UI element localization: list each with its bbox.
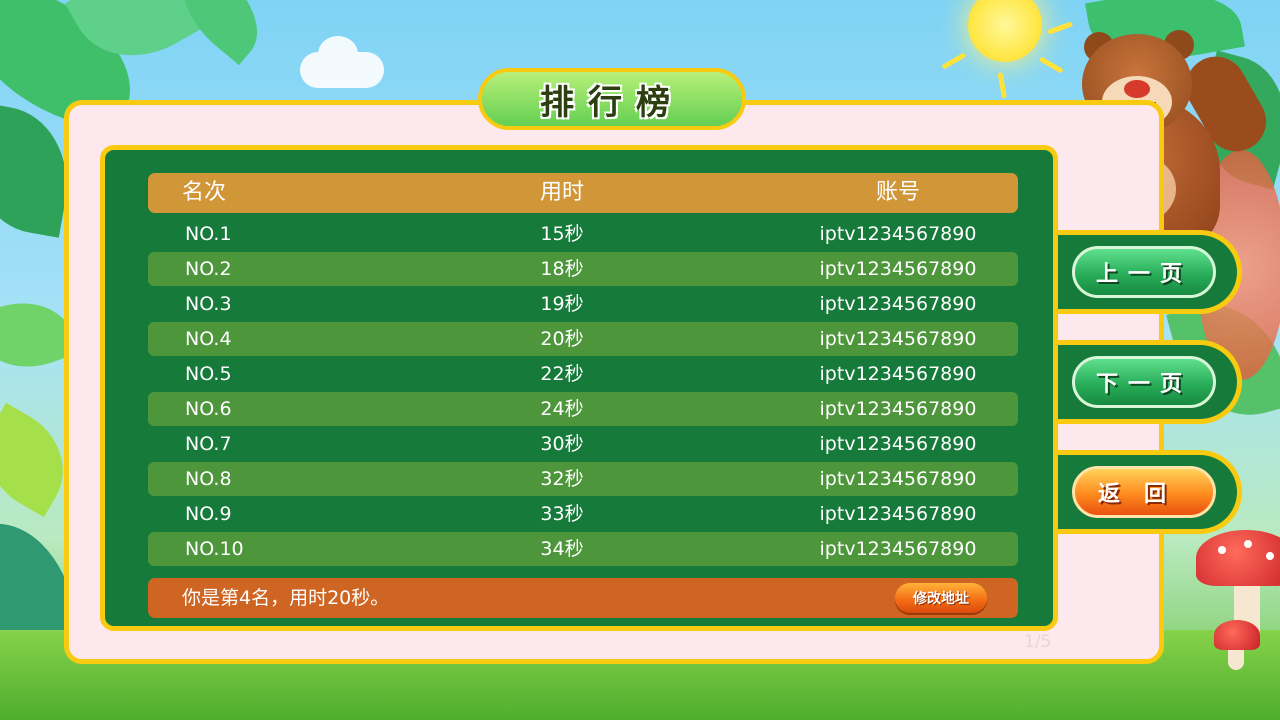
rank-cell: NO.5	[185, 363, 232, 385]
time-cell: 22秒	[540, 363, 584, 385]
account-cell: iptv1234567890	[819, 433, 977, 455]
rank-cell: NO.8	[185, 468, 232, 490]
back-button[interactable]: 返回	[1072, 466, 1216, 518]
account-cell: iptv1234567890	[819, 328, 977, 350]
table-row: NO.2 18秒 iptv1234567890	[148, 252, 1018, 286]
table-row: NO.3 19秒 iptv1234567890	[148, 287, 1018, 321]
column-header-rank: 名次	[182, 180, 227, 205]
next-page-button[interactable]: 下一页	[1072, 356, 1216, 408]
table-row: NO.4 20秒 iptv1234567890	[148, 322, 1018, 356]
rank-cell: NO.1	[185, 223, 232, 245]
mushroom-icon	[1214, 620, 1260, 650]
table-row: NO.7 30秒 iptv1234567890	[148, 427, 1018, 461]
account-cell: iptv1234567890	[819, 538, 977, 560]
page-indicator: 1/5	[1024, 632, 1052, 652]
rank-cell: NO.3	[185, 293, 232, 315]
table-header: 名次 用时 账号	[148, 173, 1018, 213]
time-cell: 32秒	[540, 468, 584, 490]
account-cell: iptv1234567890	[819, 503, 977, 525]
table-row: NO.1 15秒 iptv1234567890	[148, 217, 1018, 251]
table-row: NO.5 22秒 iptv1234567890	[148, 357, 1018, 391]
rank-cell: NO.10	[185, 538, 244, 560]
rank-cell: NO.6	[185, 398, 232, 420]
page-title: 排行榜	[540, 82, 684, 123]
account-cell: iptv1234567890	[819, 363, 977, 385]
column-header-account: 账号	[875, 180, 920, 205]
account-cell: iptv1234567890	[819, 293, 977, 315]
account-cell: iptv1234567890	[819, 258, 977, 280]
cloud-icon	[300, 36, 384, 88]
next-page-tab: 下一页	[1058, 340, 1242, 424]
sun-ray	[941, 52, 967, 70]
table-row: NO.9 33秒 iptv1234567890	[148, 497, 1018, 531]
table-row: NO.10 34秒 iptv1234567890	[148, 532, 1018, 566]
time-cell: 19秒	[540, 293, 584, 315]
time-cell: 20秒	[540, 328, 584, 350]
rank-cell: NO.9	[185, 503, 232, 525]
my-rank-bar: 你是第4名，用时20秒。 修改地址	[148, 578, 1018, 618]
time-cell: 24秒	[540, 398, 584, 420]
mushroom-icon	[1196, 530, 1280, 586]
table-row: NO.6 24秒 iptv1234567890	[148, 392, 1018, 426]
back-tab: 返回	[1058, 450, 1242, 534]
time-cell: 34秒	[540, 538, 584, 560]
column-header-time: 用时	[539, 180, 584, 205]
rank-cell: NO.2	[185, 258, 232, 280]
my-rank-message: 你是第4名，用时20秒。	[182, 587, 390, 609]
table-row: NO.8 32秒 iptv1234567890	[148, 462, 1018, 496]
prev-page-tab: 上一页	[1058, 230, 1242, 314]
bear-nose	[1124, 80, 1150, 98]
account-cell: iptv1234567890	[819, 223, 977, 245]
modify-address-button[interactable]: 修改地址	[895, 583, 987, 613]
time-cell: 18秒	[540, 258, 584, 280]
account-cell: iptv1234567890	[819, 398, 977, 420]
title-banner: 排行榜	[478, 68, 746, 130]
prev-page-button[interactable]: 上一页	[1072, 246, 1216, 298]
rank-cell: NO.4	[185, 328, 232, 350]
time-cell: 30秒	[540, 433, 584, 455]
account-cell: iptv1234567890	[819, 468, 977, 490]
rank-cell: NO.7	[185, 433, 232, 455]
time-cell: 15秒	[540, 223, 584, 245]
time-cell: 33秒	[540, 503, 584, 525]
